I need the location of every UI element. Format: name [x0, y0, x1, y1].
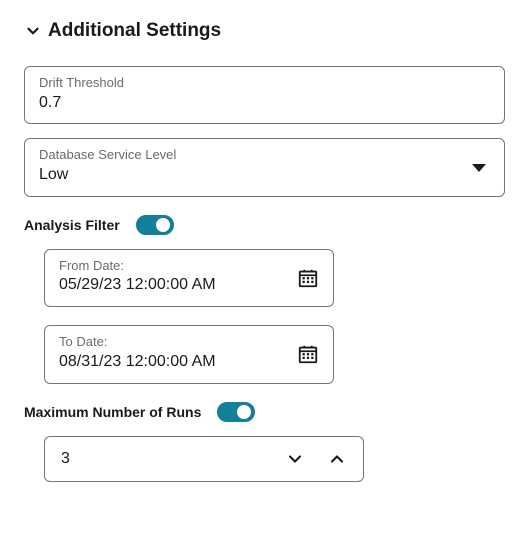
db-service-level-label: Database Service Level [39, 147, 490, 163]
from-date-value: 05/29/23 12:00:00 AM [59, 275, 319, 296]
max-runs-toggle[interactable] [217, 402, 255, 422]
analysis-filter-toggle[interactable] [136, 215, 174, 235]
to-date-field[interactable]: To Date: 08/31/23 12:00:00 AM [44, 325, 334, 383]
db-service-level-value: Low [39, 165, 490, 186]
to-date-label: To Date: [59, 334, 319, 350]
additional-settings-header[interactable]: Additional Settings [24, 20, 505, 42]
analysis-filter-label: Analysis Filter [24, 217, 120, 233]
caret-down-icon [472, 163, 486, 173]
max-runs-label: Maximum Number of Runs [24, 404, 201, 420]
toggle-knob [237, 405, 251, 419]
drift-threshold-field[interactable]: Drift Threshold 0.7 [24, 66, 505, 124]
from-date-field[interactable]: From Date: 05/29/23 12:00:00 AM [44, 249, 334, 307]
step-up-button[interactable] [323, 445, 351, 473]
to-date-value: 08/31/23 12:00:00 AM [59, 352, 319, 373]
toggle-knob [156, 218, 170, 232]
max-runs-stepper[interactable]: 3 [44, 436, 364, 482]
chevron-down-icon [24, 22, 42, 40]
calendar-icon[interactable] [297, 267, 319, 289]
drift-threshold-value: 0.7 [39, 93, 490, 114]
from-date-label: From Date: [59, 258, 319, 274]
section-title: Additional Settings [48, 20, 221, 42]
drift-threshold-label: Drift Threshold [39, 75, 490, 91]
step-down-button[interactable] [281, 445, 309, 473]
calendar-icon[interactable] [297, 343, 319, 365]
db-service-level-select[interactable]: Database Service Level Low [24, 138, 505, 196]
max-runs-value: 3 [45, 450, 281, 468]
